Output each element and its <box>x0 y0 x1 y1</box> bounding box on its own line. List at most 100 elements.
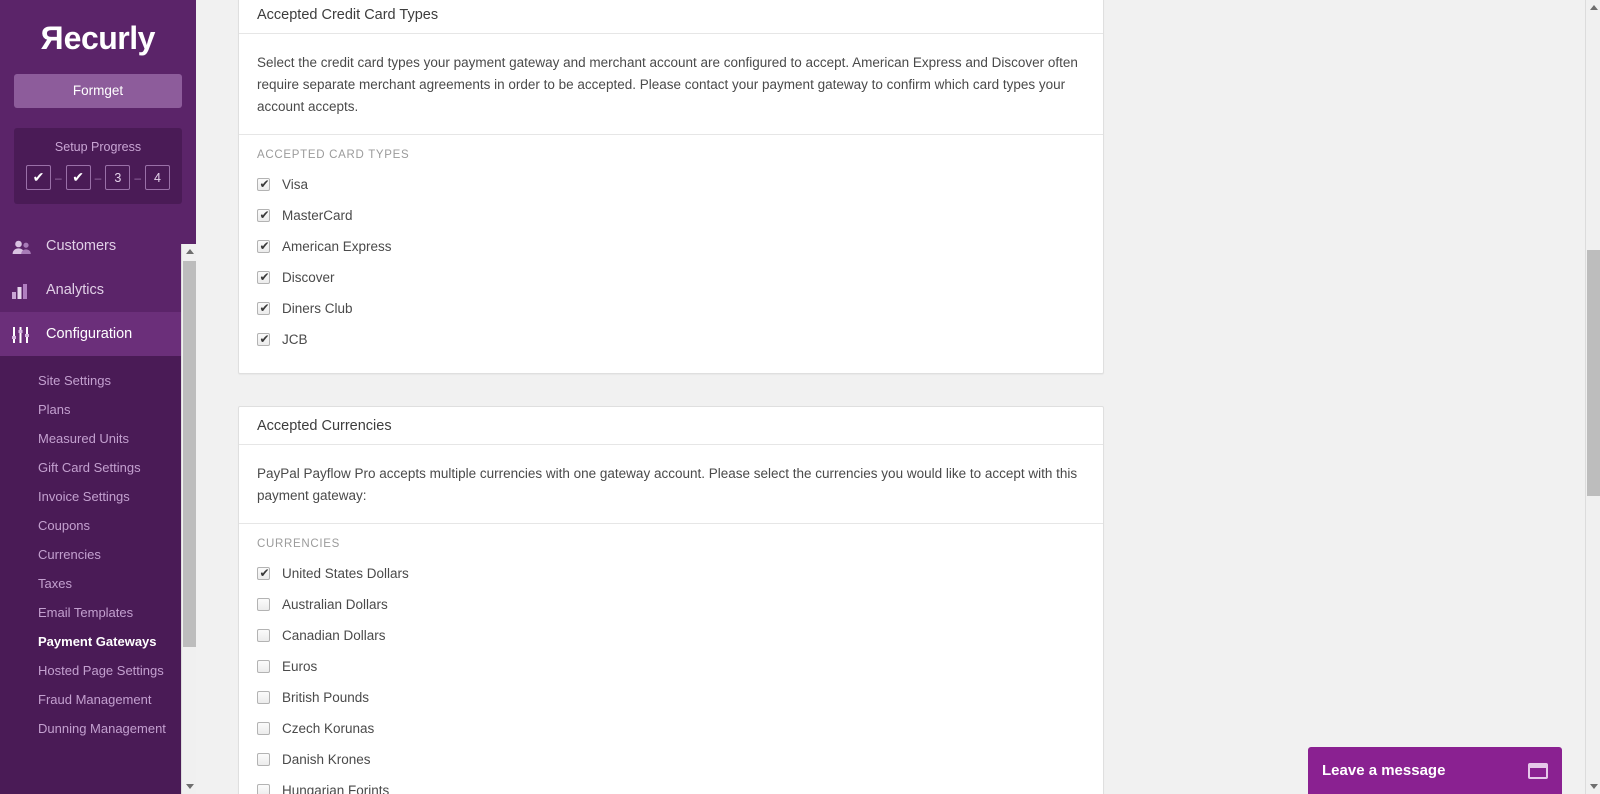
page-scrollbar-thumb[interactable] <box>1587 250 1600 496</box>
setup-step-1[interactable]: ✔ <box>25 165 51 190</box>
checkbox-british-pounds[interactable] <box>257 691 270 704</box>
checkbox-czech-korunas[interactable] <box>257 722 270 735</box>
scroll-down-arrow-icon[interactable] <box>182 779 196 794</box>
checkbox-row-discover[interactable]: Discover <box>257 262 1085 293</box>
checkbox-label: MasterCard <box>282 208 353 223</box>
sidebar-item-taxes[interactable]: Taxes <box>0 569 196 598</box>
checkbox-label: Hungarian Forints <box>282 783 390 794</box>
checkbox-row-czech-korunas[interactable]: Czech Korunas <box>257 713 1085 744</box>
main-content: Accepted Credit Card Types Select the cr… <box>196 0 1585 794</box>
checkbox-row-mastercard[interactable]: MasterCard <box>257 200 1085 231</box>
step-separator: – <box>94 170 102 185</box>
sidebar-item-invoice-settings[interactable]: Invoice Settings <box>0 482 196 511</box>
account-switcher-button[interactable]: Formget <box>14 74 182 108</box>
brand: Recurly <box>0 0 196 60</box>
checkbox-label: Diners Club <box>282 301 353 316</box>
card-description: Select the credit card types your paymen… <box>257 55 1078 114</box>
sidebar: Recurly Formget Setup Progress ✔ – ✔ – 3… <box>0 0 196 794</box>
checkbox-label: JCB <box>282 332 308 347</box>
sidebar-item-gift-card-settings[interactable]: Gift Card Settings <box>0 453 196 482</box>
checkbox-label: British Pounds <box>282 690 370 705</box>
sidebar-scrollbar[interactable] <box>181 244 196 794</box>
checkbox-label: Discover <box>282 270 335 285</box>
sidebar-item-measured-units[interactable]: Measured Units <box>0 424 196 453</box>
sidebar-item-dunning-management[interactable]: Dunning Management <box>0 714 196 743</box>
checkbox-label: Visa <box>282 177 309 192</box>
checkbox-label: Czech Korunas <box>282 721 375 736</box>
checkbox-row-diners-club[interactable]: Diners Club <box>257 293 1085 324</box>
sidebar-item-label: Configuration <box>46 326 133 342</box>
currencies-field: CURRENCIES United States Dollars Austral… <box>239 524 1103 794</box>
checkbox-diners-club[interactable] <box>257 300 271 316</box>
sidebar-item-payment-gateways[interactable]: Payment Gateways <box>0 627 196 656</box>
checkbox-mastercard[interactable] <box>257 207 271 223</box>
card-description-section: PayPal Payflow Pro accepts multiple curr… <box>239 445 1103 524</box>
sidebar-scrollbar-thumb[interactable] <box>183 261 196 647</box>
sidebar-item-label: Analytics <box>46 282 105 298</box>
page-scrollbar[interactable] <box>1585 0 1600 794</box>
checkbox-row-canadian-dollars[interactable]: Canadian Dollars <box>257 620 1085 651</box>
checkbox-row-jcb[interactable]: JCB <box>257 324 1085 355</box>
checkbox-label: Canadian Dollars <box>282 628 386 643</box>
field-label: ACCEPTED CARD TYPES <box>257 149 410 161</box>
app-root: Recurly Formget Setup Progress ✔ – ✔ – 3… <box>0 0 1600 794</box>
checkbox-united-states-dollars[interactable] <box>257 565 271 581</box>
step-separator: – <box>54 170 62 185</box>
brand-name: ecurly <box>63 20 156 56</box>
card-title: Accepted Credit Card Types <box>239 0 1103 34</box>
setup-step-2[interactable]: ✔ <box>65 165 91 190</box>
sliders-icon <box>12 325 38 343</box>
people-icon <box>12 237 38 255</box>
checkbox-label: Australian Dollars <box>282 597 388 612</box>
sidebar-item-configuration[interactable]: Configuration <box>0 312 196 356</box>
configuration-subnav: Site Settings Plans Measured Units Gift … <box>0 356 196 794</box>
field-label: CURRENCIES <box>257 538 341 550</box>
checkbox-row-hungarian-forints[interactable]: Hungarian Forints <box>257 775 1085 794</box>
checkbox-label: Danish Krones <box>282 752 371 767</box>
chat-widget-label: Leave a message <box>1322 762 1446 779</box>
checkbox-row-united-states-dollars[interactable]: United States Dollars <box>257 558 1085 589</box>
scroll-up-arrow-icon[interactable] <box>1586 0 1600 15</box>
setup-step-4[interactable]: 4 <box>145 165 171 190</box>
checkbox-label: American Express <box>282 239 392 254</box>
window-maximize-icon[interactable] <box>1528 762 1548 779</box>
sidebar-item-email-templates[interactable]: Email Templates <box>0 598 196 627</box>
chat-widget[interactable]: Leave a message <box>1308 747 1562 794</box>
sidebar-item-currencies[interactable]: Currencies <box>0 540 196 569</box>
checkbox-discover[interactable] <box>257 269 271 285</box>
accepted-card-types-card: Accepted Credit Card Types Select the cr… <box>238 0 1104 374</box>
sidebar-item-coupons[interactable]: Coupons <box>0 511 196 540</box>
checkbox-australian-dollars[interactable] <box>257 598 270 611</box>
card-description: PayPal Payflow Pro accepts multiple curr… <box>257 466 1078 503</box>
card-description-section: Select the credit card types your paymen… <box>239 34 1103 135</box>
accepted-currencies-card: Accepted Currencies PayPal Payflow Pro a… <box>238 406 1104 794</box>
checkbox-hungarian-forints[interactable] <box>257 784 270 794</box>
checkbox-row-australian-dollars[interactable]: Australian Dollars <box>257 589 1085 620</box>
checkbox-jcb[interactable] <box>257 331 271 347</box>
checkbox-label: Euros <box>282 659 318 674</box>
checkbox-row-british-pounds[interactable]: British Pounds <box>257 682 1085 713</box>
recurly-logo[interactable]: Recurly <box>0 20 196 56</box>
sidebar-item-customers[interactable]: Customers <box>0 224 196 268</box>
scroll-up-arrow-icon[interactable] <box>182 244 196 259</box>
checkbox-american-express[interactable] <box>257 238 271 254</box>
checkbox-euros[interactable] <box>257 660 270 673</box>
checkbox-label: United States Dollars <box>282 566 409 581</box>
scroll-down-arrow-icon[interactable] <box>1586 779 1600 794</box>
checkbox-row-american-express[interactable]: American Express <box>257 231 1085 262</box>
setup-progress-steps: ✔ – ✔ – 3 – 4 <box>22 165 174 190</box>
setup-step-3[interactable]: 3 <box>105 165 131 190</box>
sidebar-item-label: Customers <box>46 238 117 254</box>
checkbox-danish-krones[interactable] <box>257 753 270 766</box>
checkbox-row-euros[interactable]: Euros <box>257 651 1085 682</box>
checkbox-canadian-dollars[interactable] <box>257 629 270 642</box>
checkbox-visa[interactable] <box>257 176 271 192</box>
sidebar-item-site-settings[interactable]: Site Settings <box>0 366 196 395</box>
sidebar-item-plans[interactable]: Plans <box>0 395 196 424</box>
sidebar-item-hosted-page-settings[interactable]: Hosted Page Settings <box>0 656 196 685</box>
checkbox-row-visa[interactable]: Visa <box>257 169 1085 200</box>
sidebar-item-fraud-management[interactable]: Fraud Management <box>0 685 196 714</box>
checkbox-row-danish-krones[interactable]: Danish Krones <box>257 744 1085 775</box>
card-title: Accepted Currencies <box>239 407 1103 445</box>
sidebar-item-analytics[interactable]: Analytics <box>0 268 196 312</box>
